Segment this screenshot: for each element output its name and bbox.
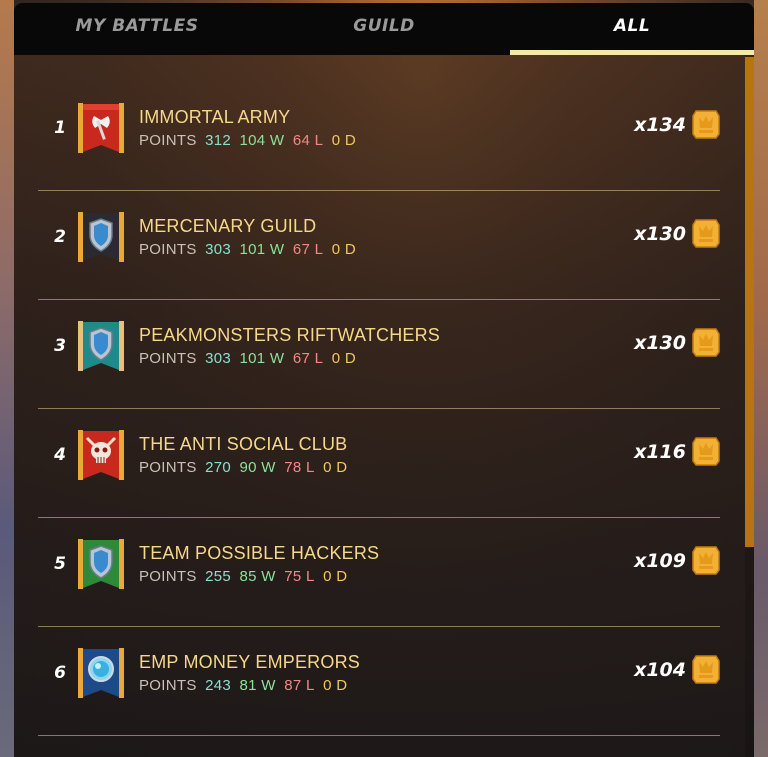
guild-row[interactable]: 3 PEAKMONSTERS RIFTWATCHERS POINTS 303 1…	[38, 300, 720, 409]
wins-value: 104 W	[239, 132, 285, 149]
guild-banner-shield-icon	[78, 212, 124, 262]
rank-number: 3	[54, 336, 66, 356]
points-label: POINTS	[139, 132, 197, 149]
rank-number: 4	[54, 445, 66, 465]
reward-count: x116	[634, 441, 686, 463]
guild-name: PEAKMONSTERS RIFTWATCHERS	[139, 325, 441, 345]
points-label: POINTS	[139, 459, 197, 476]
guild-name: IMMORTAL ARMY	[139, 107, 291, 127]
tab-my-battles[interactable]: MY BATTLES	[14, 3, 260, 55]
reward-count: x104	[634, 659, 686, 681]
reward-count: x130	[634, 223, 686, 245]
guild-stats: POINTS 255 85 W 75 L 0 D	[139, 568, 351, 585]
points-value: 303	[205, 241, 232, 258]
rank-number: 1	[54, 118, 66, 138]
points-label: POINTS	[139, 241, 197, 258]
losses-value: 78 L	[284, 459, 315, 476]
losses-value: 64 L	[292, 132, 324, 149]
rank-number: 6	[54, 663, 66, 683]
wins-value: 90 W	[239, 459, 276, 476]
guild-name: MERCENARY GUILD	[139, 216, 317, 236]
reward-coin-icon	[692, 110, 720, 139]
reward-count: x109	[634, 550, 686, 572]
points-value: 243	[205, 677, 232, 694]
background-left-edge	[0, 0, 14, 757]
reward-coin-icon	[692, 546, 720, 575]
guild-stats: POINTS 303 101 W 67 L 0 D	[139, 241, 360, 258]
draws-value: 0 D	[323, 568, 348, 585]
wins-value: 81 W	[239, 677, 276, 694]
points-label: POINTS	[139, 677, 197, 694]
draws-value: 0 D	[331, 350, 356, 367]
points-value: 303	[205, 350, 232, 367]
guild-banner-axe-icon	[78, 103, 124, 153]
rank-number: 2	[54, 227, 66, 247]
guild-stats: POINTS 270 90 W 78 L 0 D	[139, 459, 351, 476]
draws-value: 0 D	[323, 459, 348, 476]
guild-banner-orb-icon	[78, 648, 124, 698]
guild-name: EMP MONEY EMPERORS	[139, 652, 360, 672]
row-divider	[38, 735, 720, 736]
points-label: POINTS	[139, 350, 197, 367]
tab-guild[interactable]: GUILD	[260, 3, 508, 55]
wins-value: 85 W	[239, 568, 276, 585]
guild-banner-shield-icon	[78, 539, 124, 589]
losses-value: 75 L	[284, 568, 315, 585]
rank-number: 5	[54, 554, 66, 574]
losses-value: 87 L	[284, 677, 315, 694]
guild-stats: POINTS 312 104 W 64 L 0 D	[139, 132, 360, 149]
losses-value: 67 L	[292, 350, 324, 367]
active-tab-indicator	[510, 50, 754, 55]
points-value: 312	[205, 132, 232, 149]
points-value: 270	[205, 459, 232, 476]
tab-all[interactable]: ALL	[510, 3, 754, 55]
guild-row[interactable]: 1 IMMORTAL ARMY POINTS 312 104 W 64 L 0 …	[38, 82, 720, 191]
guild-name: THE ANTI SOCIAL CLUB	[139, 434, 348, 454]
draws-value: 0 D	[331, 132, 356, 149]
guild-row[interactable]: 2 MERCENARY GUILD POINTS 303 101 W 67 L …	[38, 191, 720, 300]
guild-name: TEAM POSSIBLE HACKERS	[139, 543, 380, 563]
points-label: POINTS	[139, 568, 197, 585]
guild-stats: POINTS 303 101 W 67 L 0 D	[139, 350, 360, 367]
points-value: 255	[205, 568, 232, 585]
guild-row[interactable]: 4 THE ANTI SOCIAL CLUB POINTS 270 90 W 7…	[38, 409, 720, 518]
reward-coin-icon	[692, 219, 720, 248]
tab-bar: MY BATTLES GUILD ALL	[14, 3, 754, 55]
scrollbar-thumb[interactable]	[745, 57, 754, 547]
reward-count: x130	[634, 332, 686, 354]
guild-banner-shield-icon	[78, 321, 124, 371]
guild-row[interactable]: 5 TEAM POSSIBLE HACKERS POINTS 255 85 W …	[38, 518, 720, 627]
background-right-edge	[754, 0, 768, 757]
wins-value: 101 W	[239, 350, 285, 367]
reward-coin-icon	[692, 328, 720, 357]
guild-row[interactable]: 6 EMP MONEY EMPERORS POINTS 243 81 W 87 …	[38, 627, 720, 736]
draws-value: 0 D	[323, 677, 348, 694]
wins-value: 101 W	[239, 241, 285, 258]
scrollbar[interactable]	[745, 55, 754, 757]
guild-stats: POINTS 243 81 W 87 L 0 D	[139, 677, 351, 694]
reward-coin-icon	[692, 655, 720, 684]
losses-value: 67 L	[292, 241, 324, 258]
reward-count: x134	[634, 114, 686, 136]
draws-value: 0 D	[331, 241, 356, 258]
reward-coin-icon	[692, 437, 720, 466]
leaderboard-panel: MY BATTLES GUILD ALL 1 IMMORTAL ARMY POI…	[14, 3, 754, 757]
guild-banner-skull-icon	[78, 430, 124, 480]
